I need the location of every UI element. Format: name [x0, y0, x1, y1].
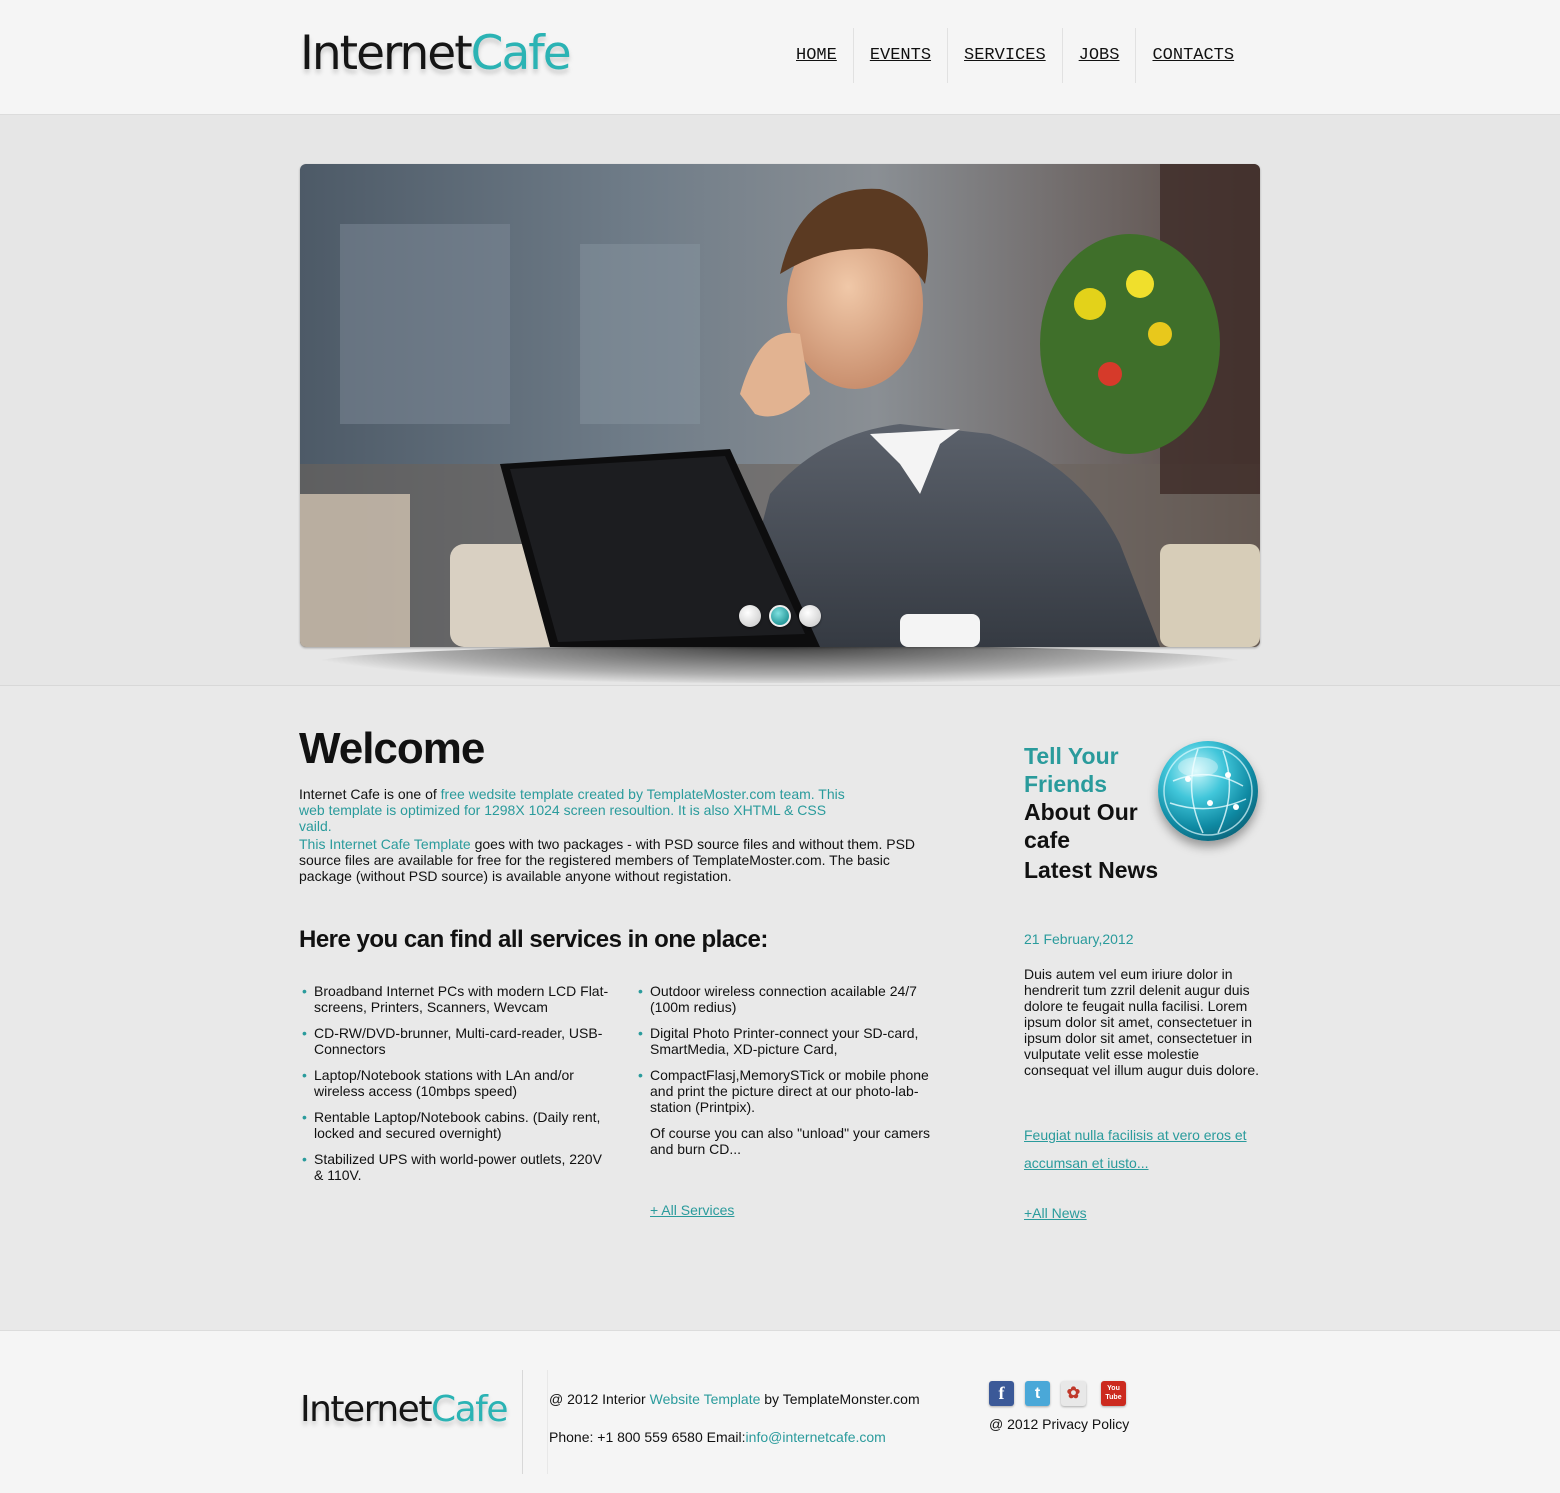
- list-item: • Stabilized UPS with world-power outlets…: [302, 1151, 602, 1183]
- services-list-left: • Broadband Internet PCs with modern LCD …: [299, 983, 609, 1193]
- bullet-icon: •: [302, 1025, 307, 1041]
- welcome-packages: This Internet Cafe Template goes with tw…: [299, 836, 919, 884]
- site-header: InternetCafe HOME EVENTS SERVICES JOBS C…: [0, 0, 1560, 115]
- tell-friends-line2: Friends: [1024, 771, 1108, 797]
- footer-divider: [522, 1370, 523, 1474]
- website-template-link[interactable]: Website Template: [650, 1391, 761, 1407]
- bullet-icon: •: [638, 983, 643, 999]
- list-item: • Laptop/Notebook stations with LAn and/o…: [302, 1067, 574, 1099]
- globe-icon[interactable]: [1158, 741, 1258, 841]
- list-item: • Broadband Internet PCs with modern LCD …: [302, 983, 609, 1015]
- site-footer: [0, 1330, 1560, 1493]
- slider-dot-1[interactable]: [739, 605, 761, 627]
- youtube-icon[interactable]: You Tube: [1101, 1381, 1126, 1406]
- template-link[interactable]: This Internet Cafe Template: [299, 836, 471, 852]
- footer-logo[interactable]: InternetCafe: [300, 1389, 509, 1430]
- list-item: • Rentable Laptop/Notebook cabins. (Daily…: [302, 1109, 601, 1141]
- all-news-link[interactable]: +All News: [1024, 1205, 1087, 1221]
- bullet-icon: •: [302, 1109, 307, 1125]
- logo-text-cafe: Cafe: [470, 26, 572, 81]
- nav-contacts[interactable]: CONTACTS: [1136, 28, 1250, 83]
- facebook-icon[interactable]: f: [989, 1381, 1014, 1406]
- footer-copyright: @ 2012 Interior Website Template by Temp…: [549, 1391, 920, 1407]
- about-cafe-line1: About Our: [1024, 799, 1138, 825]
- nav-home[interactable]: HOME: [780, 28, 854, 83]
- welcome-intro-text: Internet Cafe is one of: [299, 786, 441, 802]
- bullet-icon: •: [302, 1151, 307, 1167]
- bullet-icon: •: [638, 1025, 643, 1041]
- news-body: Duis autem vel eum iriure dolor in hendr…: [1024, 966, 1260, 1078]
- list-item: • Digital Photo Printer-connect your SD-c…: [638, 1025, 919, 1057]
- main-nav: HOME EVENTS SERVICES JOBS CONTACTS: [780, 28, 1250, 83]
- services-title: Here you can find all services in one pl…: [299, 926, 768, 953]
- services-list-right: • Outdoor wireless connection acailable 2…: [635, 983, 945, 1167]
- about-cafe-line2: cafe: [1024, 827, 1071, 853]
- news-date: 21 February,2012: [1024, 931, 1134, 947]
- list-item: • Outdoor wireless connection acailable 2…: [638, 983, 917, 1015]
- bullet-icon: •: [638, 1067, 643, 1083]
- welcome-intro: Internet Cafe is one of free wedsite tem…: [299, 786, 859, 834]
- footer-logo-text-internet: Internet: [300, 1389, 432, 1430]
- news-read-more-link[interactable]: Feugiat nulla facilisis at vero eros et …: [1024, 1121, 1260, 1177]
- slider-dot-3[interactable]: [799, 605, 821, 627]
- footer-contact: Phone: +1 800 559 6580 Email:info@intern…: [549, 1429, 886, 1445]
- footer-divider: [547, 1370, 548, 1474]
- nav-events[interactable]: EVENTS: [854, 28, 949, 83]
- logo-text-internet: Internet: [300, 26, 473, 81]
- bullet-icon: •: [302, 983, 307, 999]
- tell-friends-line1: Tell Your: [1024, 743, 1119, 769]
- bullet-icon: •: [302, 1067, 307, 1083]
- list-item: • CompactFlasj,MemorySTick or mobile phon…: [638, 1067, 929, 1115]
- picasa-icon[interactable]: ✿: [1061, 1381, 1086, 1406]
- email-link[interactable]: info@internetcafe.com: [746, 1429, 886, 1445]
- twitter-icon[interactable]: t: [1025, 1381, 1050, 1406]
- welcome-title: Welcome: [299, 724, 485, 773]
- site-logo[interactable]: InternetCafe: [300, 30, 572, 77]
- footer-logo-text-cafe: Cafe: [430, 1389, 509, 1430]
- slider-shadow: [310, 645, 1250, 683]
- slider-dot-2-active[interactable]: [769, 605, 791, 627]
- all-services-link[interactable]: + All Services: [650, 1202, 734, 1218]
- list-item: • CD-RW/DVD-brunner, Multi-card-reader, U…: [302, 1025, 603, 1057]
- hero-slider-image: [300, 164, 1260, 647]
- list-item-extra: Of course you can also "unload" your cam…: [650, 1125, 930, 1157]
- privacy-policy-link[interactable]: @ 2012 Privacy Policy: [989, 1416, 1129, 1432]
- nav-jobs[interactable]: JOBS: [1063, 28, 1137, 83]
- latest-news-title: Latest News: [1024, 857, 1159, 883]
- nav-services[interactable]: SERVICES: [948, 28, 1063, 83]
